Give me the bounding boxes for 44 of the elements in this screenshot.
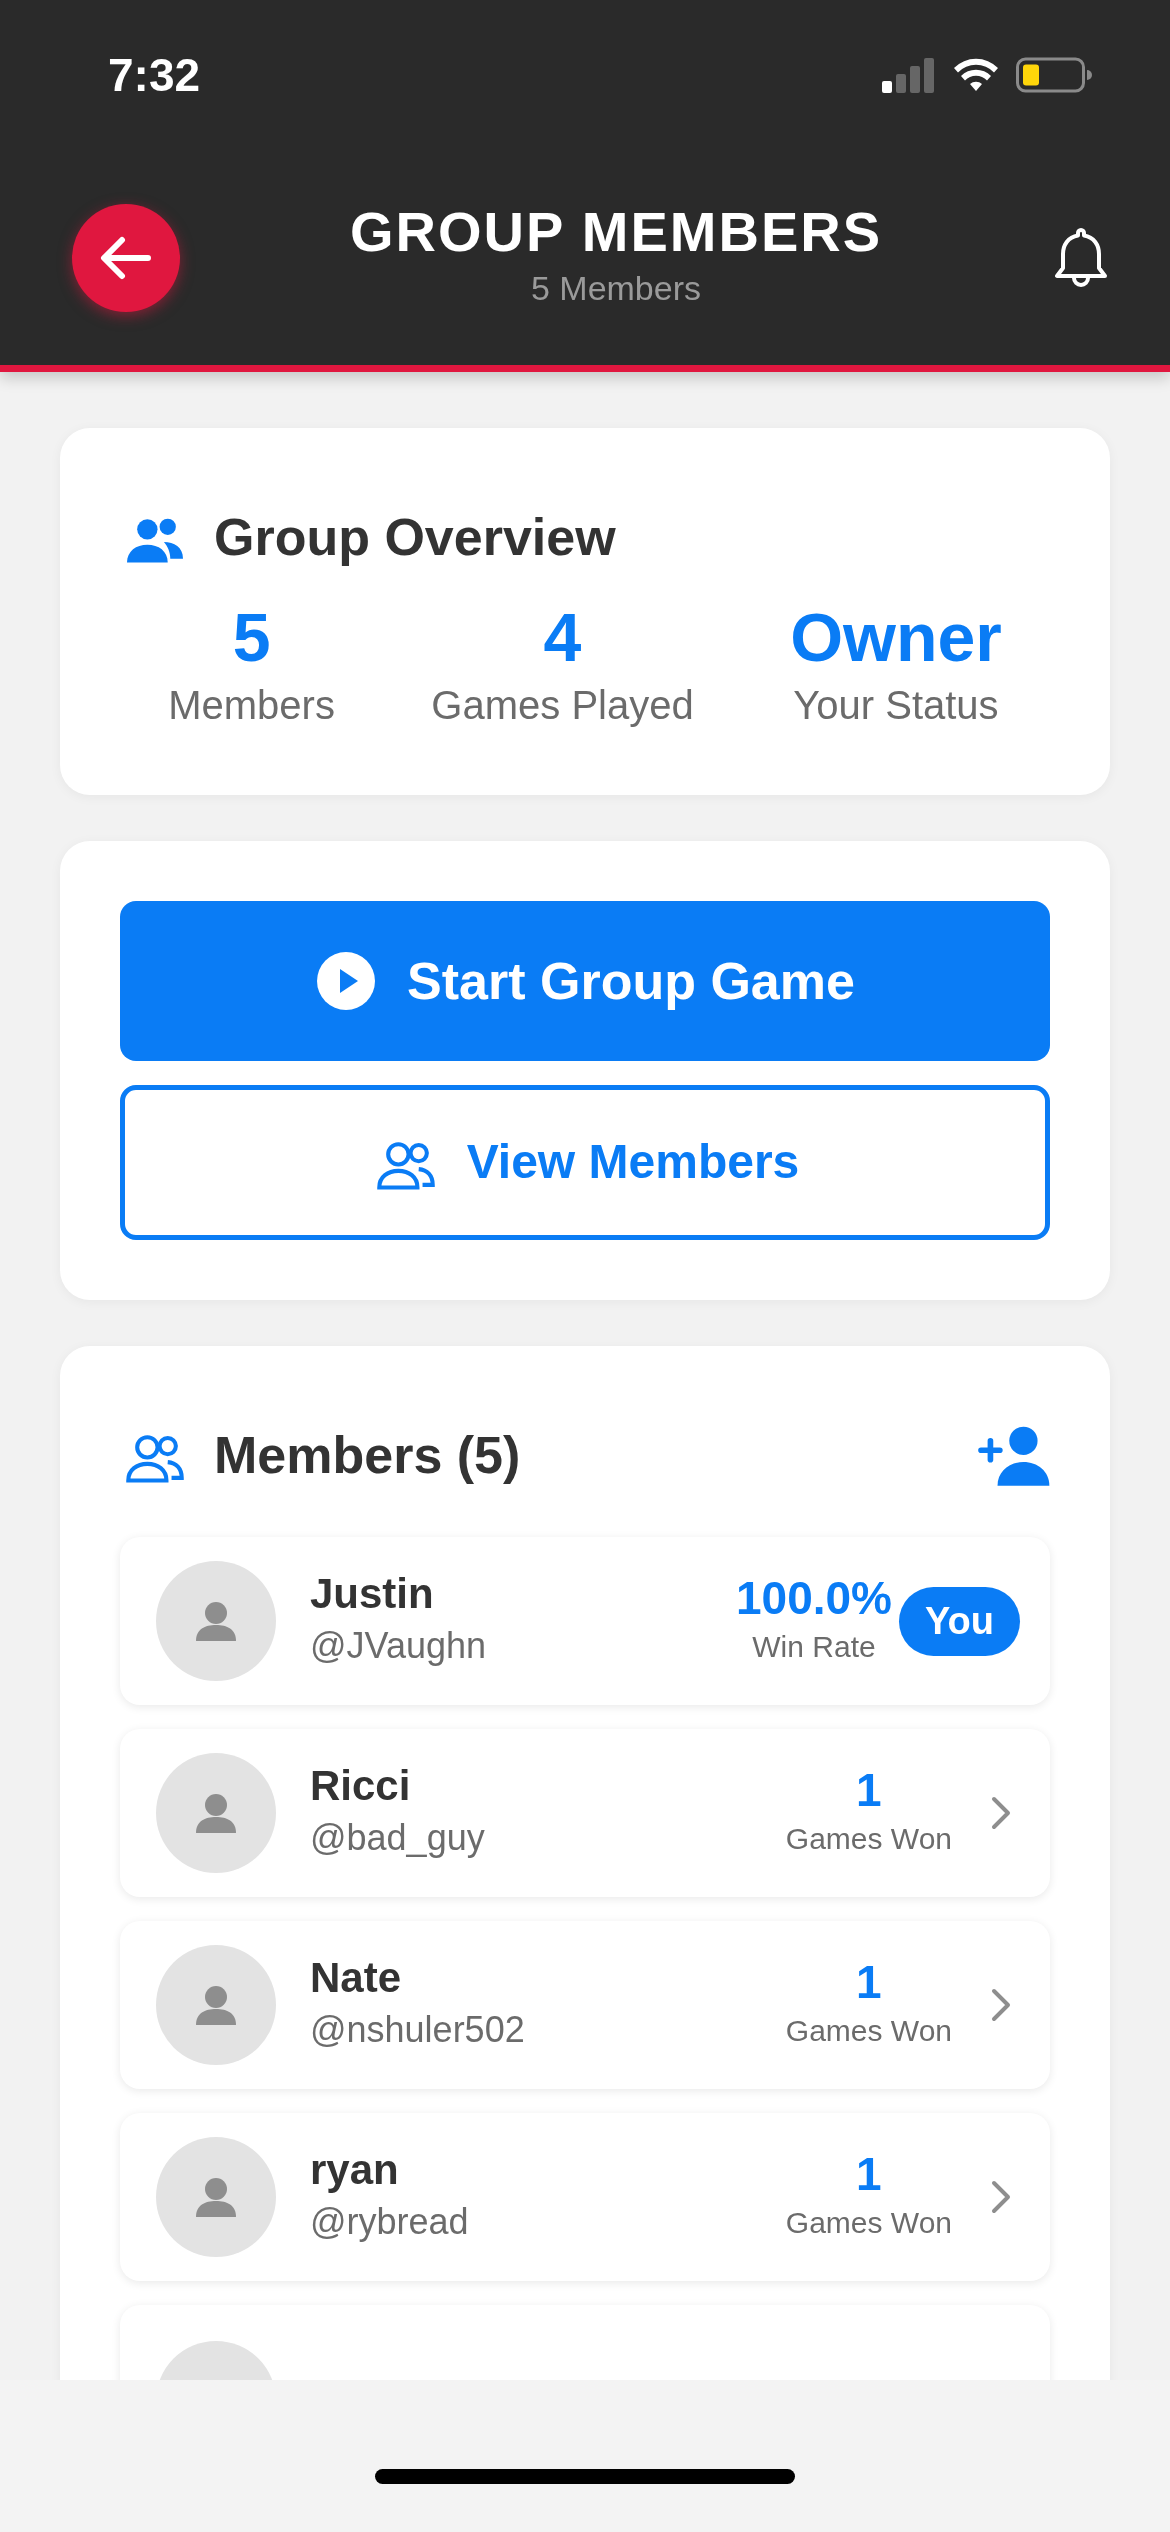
member-name: Justin [310, 1568, 435, 1619]
member-name: ryan [310, 2144, 400, 2195]
card-title: Members (5) [214, 1425, 521, 1487]
you-badge: You [899, 1586, 1020, 1656]
stat-value: 4 [542, 600, 583, 675]
notification-bell-icon[interactable] [1052, 225, 1110, 290]
signal-icon [882, 57, 936, 93]
view-members-button[interactable]: View Members [120, 1084, 1050, 1240]
member-stat-value: 100.0% [736, 1573, 892, 1624]
member-stat-label: Games Won [785, 2012, 952, 2049]
member-stat-label: Games Won [785, 2204, 952, 2241]
status-time: 7:32 [108, 47, 201, 103]
stat-value: Owner [790, 600, 1002, 675]
member-handle: @rybread [310, 2200, 470, 2244]
avatar-icon [156, 1560, 276, 1681]
member-stat-value: 1 [855, 1765, 883, 1816]
page-title: GROUP MEMBERS [349, 201, 883, 263]
play-icon [315, 949, 378, 1012]
member-count-subtitle: 5 Members [529, 267, 702, 309]
member-stat-value: 1 [855, 1957, 883, 2008]
stat-label: Your Status [792, 681, 1000, 729]
member-name: Ricci [310, 1760, 412, 1811]
avatar-icon [156, 1944, 276, 2065]
start-game-button[interactable]: Start Group Game [120, 900, 1050, 1061]
avatar-icon [156, 2136, 276, 2257]
member-handle: @bad_guy [310, 1816, 486, 1860]
battery-icon [1016, 57, 1092, 93]
member-handle: @JVaughn [310, 1624, 487, 1668]
card-title: Group Overview [214, 507, 616, 568]
member-row[interactable]: ryan @rybread 1 Games Won [120, 2112, 1050, 2281]
member-stat-label: Games Won [785, 1820, 952, 1857]
member-row[interactable]: Ricci @bad_guy 1 Games Won [120, 1728, 1050, 1897]
stat-label: Members [168, 681, 335, 729]
back-arrow-icon [100, 235, 152, 280]
stat-value: 5 [231, 600, 272, 675]
member-name: Nate [310, 1952, 403, 2003]
avatar-icon [156, 1752, 276, 1873]
member-handle: @nshuler502 [310, 2008, 526, 2052]
stat-label: Games Played [431, 681, 694, 729]
wifi-icon [952, 57, 1000, 93]
member-row[interactable]: Nate @nshuler502 1 Games Won [120, 1920, 1050, 2089]
back-button[interactable] [72, 203, 180, 312]
member-stat-label: Win Rate [751, 1628, 877, 1665]
member-stat-value: 1 [855, 2149, 883, 2200]
